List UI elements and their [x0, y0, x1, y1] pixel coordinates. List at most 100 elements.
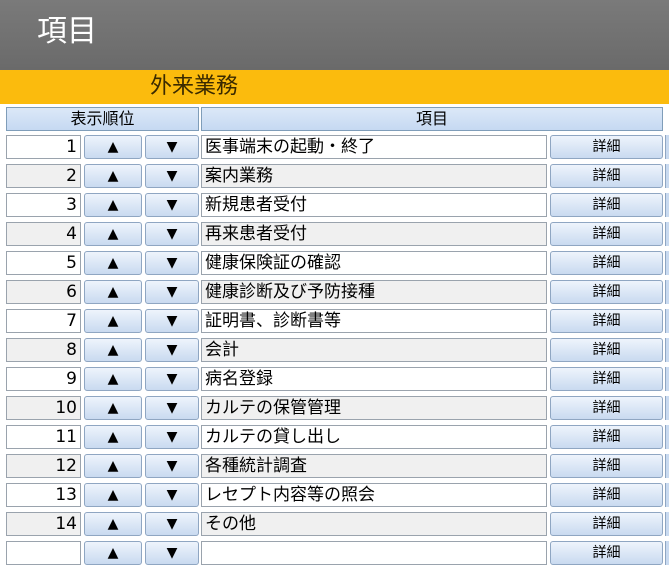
table-row: 3 ▲ ▼ 新規患者受付 詳細: [0, 192, 669, 218]
move-down-button[interactable]: ▼: [145, 483, 199, 507]
title-bar: 項目: [0, 0, 669, 70]
item-name-field[interactable]: [201, 541, 547, 565]
section-header: 外来業務: [0, 70, 669, 104]
detail-button[interactable]: 詳細: [550, 541, 663, 565]
row-edge: [665, 280, 669, 304]
order-field[interactable]: 5: [6, 251, 81, 275]
detail-button[interactable]: 詳細: [550, 425, 663, 449]
table-row: 11 ▲ ▼ カルテの貸し出し 詳細: [0, 424, 669, 450]
move-down-button[interactable]: ▼: [145, 193, 199, 217]
order-field[interactable]: 12: [6, 454, 81, 478]
move-down-button[interactable]: ▼: [145, 338, 199, 362]
move-up-button[interactable]: ▲: [84, 483, 142, 507]
row-edge: [665, 541, 669, 565]
table-row: 12 ▲ ▼ 各種統計調査 詳細: [0, 453, 669, 479]
table-row: 13 ▲ ▼ レセプト内容等の照会 詳細: [0, 482, 669, 508]
item-name-field[interactable]: 健康診断及び予防接種: [201, 280, 547, 304]
column-header-order: 表示順位: [6, 107, 199, 131]
move-down-button[interactable]: ▼: [145, 135, 199, 159]
order-field[interactable]: 8: [6, 338, 81, 362]
item-name-field[interactable]: 案内業務: [201, 164, 547, 188]
move-up-button[interactable]: ▲: [84, 396, 142, 420]
move-down-button[interactable]: ▼: [145, 541, 199, 565]
row-edge: [665, 222, 669, 246]
detail-button[interactable]: 詳細: [550, 193, 663, 217]
item-name-field[interactable]: 各種統計調査: [201, 454, 547, 478]
detail-button[interactable]: 詳細: [550, 280, 663, 304]
row-edge: [665, 135, 669, 159]
move-up-button[interactable]: ▲: [84, 454, 142, 478]
row-edge: [665, 483, 669, 507]
table-row: 1 ▲ ▼ 医事端末の起動・終了 詳細: [0, 134, 669, 160]
order-field[interactable]: 1: [6, 135, 81, 159]
order-field[interactable]: 7: [6, 309, 81, 333]
move-up-button[interactable]: ▲: [84, 541, 142, 565]
detail-button[interactable]: 詳細: [550, 222, 663, 246]
item-name-field[interactable]: カルテの貸し出し: [201, 425, 547, 449]
row-edge: [665, 512, 669, 536]
order-field[interactable]: 14: [6, 512, 81, 536]
detail-button[interactable]: 詳細: [550, 512, 663, 536]
detail-button[interactable]: 詳細: [550, 454, 663, 478]
detail-button[interactable]: 詳細: [550, 135, 663, 159]
move-up-button[interactable]: ▲: [84, 222, 142, 246]
row-edge: [665, 251, 669, 275]
order-field[interactable]: 2: [6, 164, 81, 188]
order-field[interactable]: 9: [6, 367, 81, 391]
item-name-field[interactable]: 証明書、診断書等: [201, 309, 547, 333]
move-up-button[interactable]: ▲: [84, 309, 142, 333]
move-down-button[interactable]: ▼: [145, 512, 199, 536]
column-header-item: 項目: [201, 107, 663, 131]
item-name-field[interactable]: 新規患者受付: [201, 193, 547, 217]
order-field[interactable]: [6, 541, 81, 565]
item-name-field[interactable]: レセプト内容等の照会: [201, 483, 547, 507]
table-row: 2 ▲ ▼ 案内業務 詳細: [0, 163, 669, 189]
order-field[interactable]: 6: [6, 280, 81, 304]
move-down-button[interactable]: ▼: [145, 164, 199, 188]
item-name-field[interactable]: その他: [201, 512, 547, 536]
item-name-field[interactable]: カルテの保管管理: [201, 396, 547, 420]
detail-button[interactable]: 詳細: [550, 164, 663, 188]
move-up-button[interactable]: ▲: [84, 164, 142, 188]
table-row: 9 ▲ ▼ 病名登録 詳細: [0, 366, 669, 392]
order-field[interactable]: 10: [6, 396, 81, 420]
item-name-field[interactable]: 医事端末の起動・終了: [201, 135, 547, 159]
detail-button[interactable]: 詳細: [550, 251, 663, 275]
move-up-button[interactable]: ▲: [84, 338, 142, 362]
detail-button[interactable]: 詳細: [550, 338, 663, 362]
move-down-button[interactable]: ▼: [145, 251, 199, 275]
row-edge: [665, 164, 669, 188]
order-field[interactable]: 3: [6, 193, 81, 217]
detail-button[interactable]: 詳細: [550, 396, 663, 420]
table-row: 7 ▲ ▼ 証明書、診断書等 詳細: [0, 308, 669, 334]
table-row: ▲ ▼ 詳細: [0, 540, 669, 566]
item-name-field[interactable]: 会計: [201, 338, 547, 362]
move-up-button[interactable]: ▲: [84, 280, 142, 304]
item-name-field[interactable]: 病名登録: [201, 367, 547, 391]
detail-button[interactable]: 詳細: [550, 367, 663, 391]
move-down-button[interactable]: ▼: [145, 367, 199, 391]
order-field[interactable]: 11: [6, 425, 81, 449]
detail-button[interactable]: 詳細: [550, 483, 663, 507]
item-name-field[interactable]: 健康保険証の確認: [201, 251, 547, 275]
move-down-button[interactable]: ▼: [145, 454, 199, 478]
move-up-button[interactable]: ▲: [84, 425, 142, 449]
move-up-button[interactable]: ▲: [84, 367, 142, 391]
detail-button[interactable]: 詳細: [550, 309, 663, 333]
move-down-button[interactable]: ▼: [145, 396, 199, 420]
move-up-button[interactable]: ▲: [84, 251, 142, 275]
table-row: 6 ▲ ▼ 健康診断及び予防接種 詳細: [0, 279, 669, 305]
table-row: 10 ▲ ▼ カルテの保管管理 詳細: [0, 395, 669, 421]
move-down-button[interactable]: ▼: [145, 222, 199, 246]
item-name-field[interactable]: 再来患者受付: [201, 222, 547, 246]
move-up-button[interactable]: ▲: [84, 135, 142, 159]
row-edge: [665, 367, 669, 391]
move-up-button[interactable]: ▲: [84, 193, 142, 217]
table-row: 8 ▲ ▼ 会計 詳細: [0, 337, 669, 363]
move-down-button[interactable]: ▼: [145, 309, 199, 333]
move-down-button[interactable]: ▼: [145, 280, 199, 304]
move-up-button[interactable]: ▲: [84, 512, 142, 536]
order-field[interactable]: 4: [6, 222, 81, 246]
order-field[interactable]: 13: [6, 483, 81, 507]
move-down-button[interactable]: ▼: [145, 425, 199, 449]
